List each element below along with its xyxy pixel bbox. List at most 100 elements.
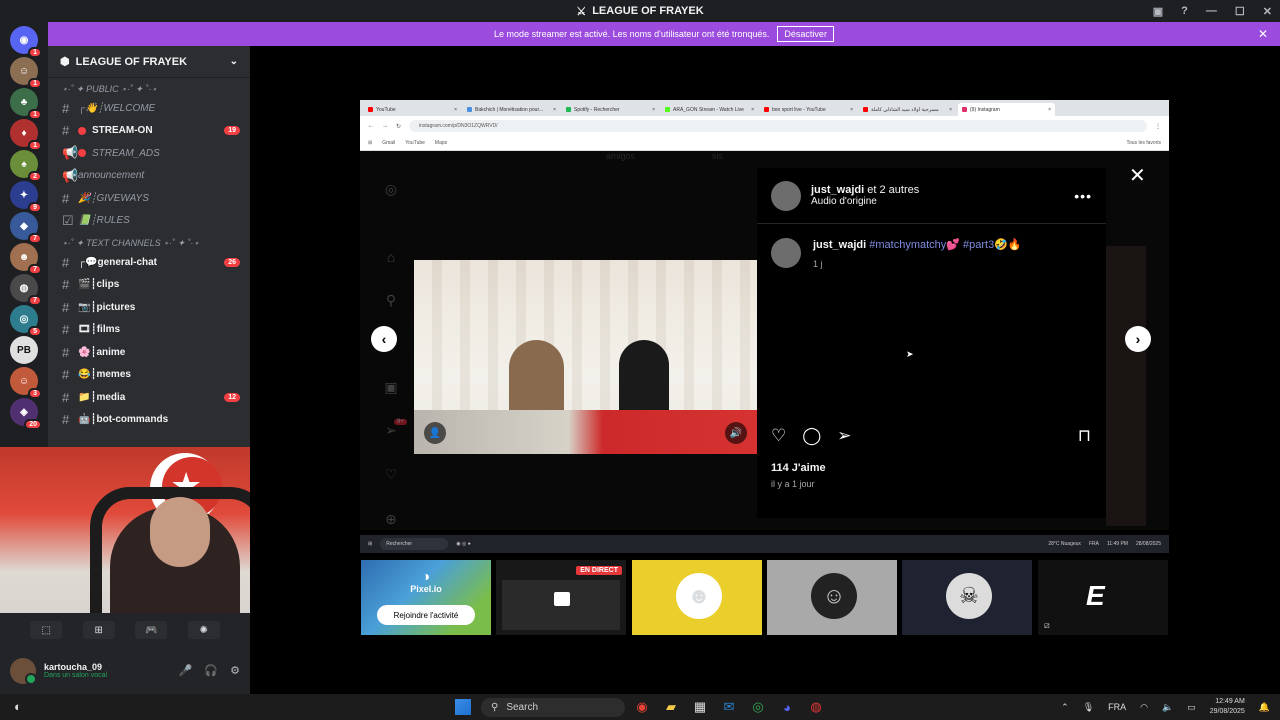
outlook-icon[interactable]: ✉ (721, 699, 737, 715)
microphone-icon[interactable]: 🎤 (179, 664, 193, 677)
help-icon[interactable]: ? (1181, 5, 1188, 17)
server-icon[interactable]: ♣ 1 (10, 88, 42, 120)
activity-tile[interactable]: ◑ Pixel.io Rejoindre l'activité (361, 560, 491, 635)
wifi-icon[interactable]: ◠ (1140, 702, 1148, 713)
server-icon[interactable]: ☺ 1 (10, 57, 42, 89)
settings-gear-icon[interactable]: ⚙ (230, 664, 240, 677)
back-icon[interactable]: ← (368, 123, 374, 129)
participant-tile[interactable]: ☠ (902, 560, 1032, 635)
reload-icon[interactable]: ↻ (396, 123, 401, 130)
channel-item[interactable]: # ┌👋┊WELCOME (48, 97, 250, 120)
browser-tab[interactable]: bon sport live - YouTube × (760, 103, 857, 116)
channel-item[interactable]: # 📷┊pictures (48, 296, 250, 319)
bookmark-gmail[interactable]: Gmail (382, 140, 395, 146)
caption-username[interactable]: just_wajdi (813, 239, 866, 251)
server-icon[interactable]: ◉ 1 (10, 26, 42, 58)
close-tab-icon[interactable]: × (652, 107, 655, 113)
chrome-icon[interactable]: ◉ (634, 699, 650, 715)
forward-icon[interactable]: → (382, 123, 388, 129)
chevron-up-icon[interactable]: ⌃ (1061, 702, 1069, 713)
file-explorer-icon[interactable]: ▰ (663, 699, 679, 715)
server-icon[interactable]: ◍ 7 (10, 274, 42, 306)
tagged-users-icon[interactable]: 👤 (424, 422, 446, 444)
participant-tile[interactable]: ☺ (767, 560, 897, 635)
server-icon[interactable]: ☻ 7 (10, 243, 42, 275)
participant-tile[interactable]: ☻ (632, 560, 762, 635)
channel-item[interactable]: # STREAM-ON 19 (48, 120, 250, 143)
battery-icon[interactable]: ▭ (1187, 702, 1196, 713)
comment-icon[interactable]: ◯ (802, 426, 821, 446)
chrome-profile-icon[interactable]: ◎ (750, 699, 766, 715)
browser-tab[interactable]: (9) Instagram × (958, 103, 1055, 116)
minimize-button[interactable]: — (1206, 5, 1217, 17)
maximize-button[interactable]: ☐ (1235, 5, 1245, 18)
discord-icon[interactable]: ◕ (779, 699, 795, 715)
channel-item[interactable]: 📢 announcement (48, 165, 250, 188)
channel-item[interactable]: # 🎞┊films (48, 319, 250, 342)
all-bookmarks[interactable]: Tous les favoris (1127, 140, 1161, 146)
bookmark-maps[interactable]: Maps (435, 140, 447, 146)
disable-streamer-button[interactable]: Désactiver (777, 26, 834, 42)
close-tab-icon[interactable]: × (454, 107, 457, 113)
volume-icon[interactable]: 🔈 (1162, 702, 1173, 713)
server-icon[interactable]: ◈ 20 (10, 398, 42, 430)
server-icon[interactable]: ☺ 3 (10, 367, 42, 399)
apps-icon[interactable]: ⊞ (368, 140, 372, 146)
like-heart-icon[interactable]: ♡ (771, 426, 786, 446)
server-icon[interactable]: ◎ 5 (10, 305, 42, 337)
channel-item[interactable]: # 🎬┊clips (48, 274, 250, 297)
server-icon[interactable]: PB (10, 336, 38, 364)
join-activity-button[interactable]: Rejoindre l'activité (377, 605, 475, 625)
gamepad-icon[interactable]: 🎮 (135, 621, 168, 639)
inbox-icon[interactable]: ▣ (1153, 5, 1163, 18)
server-icon[interactable]: ♦ 1 (10, 119, 42, 151)
close-modal-icon[interactable]: ✕ (1129, 163, 1146, 188)
more-options-icon[interactable]: ••• (1074, 188, 1092, 204)
banner-close-icon[interactable]: ✕ (1258, 27, 1268, 41)
bookmark-icon[interactable]: ⊓ (1078, 426, 1091, 446)
channel-item[interactable]: # 🤖┊bot-commands (48, 409, 250, 432)
activity-icon[interactable]: ⊞ (82, 621, 115, 639)
close-tab-icon[interactable]: × (1048, 107, 1051, 113)
channel-item[interactable]: # 📁┊media 12 (48, 386, 250, 409)
extensions-icon[interactable]: ⋮ (1155, 123, 1161, 130)
server-icon[interactable]: ♠ 2 (10, 150, 42, 182)
audio-label[interactable]: Audio d'origine (811, 196, 919, 207)
channel-item[interactable]: # 🌸┊anime (48, 341, 250, 364)
windows-start-button[interactable] (455, 699, 471, 715)
server-icon[interactable]: ✦ 9 (10, 181, 42, 213)
avatar[interactable] (10, 657, 37, 685)
browser-tab[interactable]: مسرحية أولاد سيد الشاذلي كاملة × (859, 103, 956, 116)
channel-item[interactable]: # ┌💬general-chat 26 (48, 251, 250, 274)
browser-tab[interactable]: Bakchich | Monétisation pour... × (463, 103, 560, 116)
browser-tab[interactable]: YouTube × (364, 103, 461, 116)
browser-tab[interactable]: ARA_GON Stream - Watch Live × (661, 103, 758, 116)
channel-item[interactable]: # 🎉┊GIVEWAYS (48, 187, 250, 210)
close-tab-icon[interactable]: × (850, 107, 853, 113)
screen-share-icon[interactable]: ⬚ (30, 621, 63, 639)
headphones-icon[interactable]: 🎧 (204, 664, 218, 677)
guild-header[interactable]: ⬢ LEAGUE OF FRAYEK ⌄ (48, 46, 250, 78)
channel-item[interactable]: ☑ 📗┊RULES (48, 210, 250, 233)
category-public[interactable]: ⋆·˚ ✦ PUBLIC ⋆·˚ ✦ ˚·⋆ (48, 78, 250, 97)
close-tab-icon[interactable]: × (553, 107, 556, 113)
live-stream-tile[interactable]: EN DIRECT (496, 560, 626, 635)
post-author[interactable]: just_wajdi et 2 autres (811, 184, 919, 196)
server-icon[interactable]: ◆ 7 (10, 212, 42, 244)
obs-icon[interactable]: ◍ (808, 699, 824, 715)
participant-tile[interactable]: E ⧄ (1038, 560, 1168, 635)
caption-hashtags[interactable]: #matchymatchy💕 #part3🤣🔥 (869, 239, 1021, 251)
share-icon[interactable]: ➢ (837, 426, 851, 446)
next-post-button[interactable]: › (1125, 326, 1151, 352)
likes-count[interactable]: 114 J'aime (771, 462, 826, 474)
close-window-button[interactable]: ✕ (1263, 5, 1272, 18)
avatar[interactable] (771, 180, 801, 211)
url-field[interactable]: instagram.com/p/DN3O1ZQWRVD/ (409, 120, 1147, 132)
widgets-icon[interactable]: ◐ (14, 699, 22, 714)
taskbar-search[interactable]: ⚲ Search (481, 698, 625, 717)
soundboard-icon[interactable]: ✺ (187, 621, 220, 639)
store-icon[interactable]: ▦ (692, 699, 708, 715)
post-video[interactable]: 👤 🔊 (414, 260, 757, 454)
channel-item[interactable]: 📢 STREAM_ADS (48, 142, 250, 165)
microphone-icon[interactable]: 🎙 (1083, 702, 1094, 713)
